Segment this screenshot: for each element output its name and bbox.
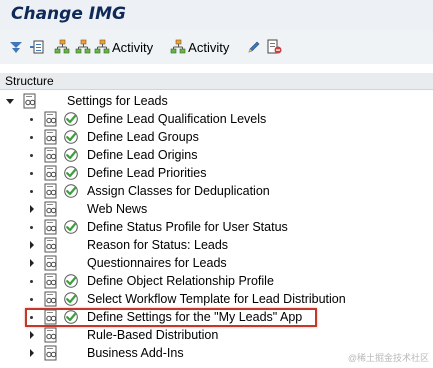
hierarchy-button-2[interactable] [75,36,91,58]
leaf-bullet-icon [28,110,36,128]
documentation-icon[interactable] [43,111,59,127]
title-bar: Change IMG [0,0,433,30]
documentation-icon[interactable] [43,327,59,343]
leaf-bullet-icon [28,218,36,236]
tree-item-label: Define Status Profile for User Status [87,220,288,234]
documentation-icon [23,93,36,109]
collapsed-arrow-icon[interactable] [28,326,36,344]
collapsed-arrow-icon[interactable] [28,344,36,362]
tree-item-label: Web News [87,202,148,216]
collapse-button[interactable] [29,36,45,58]
remove-button[interactable] [266,36,282,58]
documentation-icon[interactable] [43,345,59,361]
tree-item-row[interactable]: Assign Classes for Deduplication [0,182,433,200]
execute-check-icon[interactable] [63,183,79,199]
tree-root-row[interactable]: Settings for Leads [0,92,433,110]
tree-item-row[interactable]: Define Lead Priorities [0,164,433,182]
documentation-icon[interactable] [43,273,59,289]
expanded-arrow-icon[interactable] [6,92,14,110]
edit-button[interactable] [246,36,262,58]
documentation-icon[interactable] [43,219,59,235]
execute-check-icon[interactable] [63,165,79,181]
execute-check-icon[interactable] [63,291,79,307]
leaf-bullet-icon [28,272,36,290]
leaf-bullet-icon [28,164,36,182]
tree-item-label: Define Lead Origins [87,148,198,162]
tree-item-label: Reason for Status: Leads [87,238,229,252]
toolbar: Activity Activity [0,30,433,64]
hierarchy-button-1[interactable] [54,36,70,58]
remove-icon [267,39,282,54]
hierarchy-icon [94,39,110,54]
tree-item-label: Business Add-Ins [87,346,184,360]
hierarchy-icon [54,39,70,54]
documentation-icon[interactable] [43,129,59,145]
documentation-icon[interactable] [43,201,59,217]
tree-item-row[interactable]: Web News [0,200,433,218]
watermark: @稀土掘金技术社区 [347,353,429,363]
collapsed-arrow-icon[interactable] [28,236,36,254]
tree-item-label: Define Object Relationship Profile [87,274,274,288]
execute-check-icon[interactable] [63,111,79,127]
tree-item-row[interactable]: Select Workflow Template for Lead Distri… [0,290,433,308]
subtree-icon [30,40,44,54]
collapsed-arrow-icon[interactable] [28,254,36,272]
activity-label: Activity [188,39,230,55]
tree-item-row[interactable]: Define Object Relationship Profile [0,272,433,290]
execute-check-icon[interactable] [63,273,79,289]
documentation-icon[interactable] [43,291,59,307]
tree-item-row[interactable]: Rule-Based Distribution [0,326,433,344]
tree-item-label: Define Lead Groups [87,130,199,144]
documentation-icon[interactable] [43,147,59,163]
window-title: Change IMG [11,4,126,24]
tree-item-label: Rule-Based Distribution [87,328,219,342]
tree-root-label: Settings for Leads [67,94,168,108]
tree-item-row[interactable]: Define Lead Qualification Levels [0,110,433,128]
structure-label: Structure [5,74,54,88]
documentation-icon[interactable] [43,165,59,181]
activity-button-2[interactable]: Activity [170,36,229,58]
pencil-icon [248,41,260,53]
tree-item-row[interactable]: Define Lead Groups [0,128,433,146]
documentation-icon[interactable] [43,183,59,199]
structure-header: Structure [0,73,433,90]
activity-button-1[interactable]: Activity [94,36,153,58]
execute-check-icon[interactable] [63,147,79,163]
hierarchy-icon [170,39,186,54]
tree-item-label: Define Lead Priorities [87,166,207,180]
tree-item-label: Define Lead Qualification Levels [87,112,267,126]
leaf-bullet-icon [28,182,36,200]
leaf-bullet-icon [28,290,36,308]
leaf-bullet-icon [28,128,36,146]
tree-item-row[interactable]: Questionnaires for Leads [0,254,433,272]
execute-check-icon[interactable] [63,129,79,145]
tree-item-row[interactable]: Define Lead Origins [0,146,433,164]
activity-label: Activity [112,39,154,55]
expand-all-icon [10,42,22,53]
highlight-box [25,308,317,327]
expand-all-button[interactable] [8,36,24,58]
tree-item-label: Select Workflow Template for Lead Distri… [87,292,346,306]
documentation-icon[interactable] [43,237,59,253]
tree-item-label: Questionnaires for Leads [87,256,227,270]
collapsed-arrow-icon[interactable] [28,200,36,218]
documentation-icon[interactable] [43,255,59,271]
leaf-bullet-icon [28,146,36,164]
hierarchy-icon [75,39,91,54]
execute-check-icon[interactable] [63,219,79,235]
tree-item-label: Assign Classes for Deduplication [87,184,270,198]
tree-item-row[interactable]: Define Status Profile for User Status [0,218,433,236]
tree-item-row[interactable]: Reason for Status: Leads [0,236,433,254]
